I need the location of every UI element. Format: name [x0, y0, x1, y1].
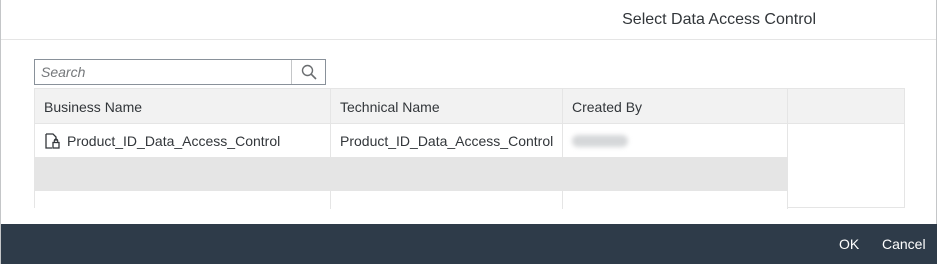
search-field — [34, 59, 326, 85]
technical-name-cell: Product_ID_Data_Access_Control — [340, 133, 554, 149]
table-row[interactable]: Product_ID_Data_Access_Control Product_I… — [35, 124, 787, 158]
column-header-technical-name[interactable]: Technical Name — [331, 89, 563, 124]
table-row-empty[interactable] — [35, 191, 787, 208]
dialog-footer: OK Cancel — [1, 224, 937, 264]
cancel-button[interactable]: Cancel — [882, 224, 926, 264]
column-header-created-by[interactable]: Created By — [563, 89, 787, 124]
created-by-redacted — [572, 135, 628, 147]
created-by-cell — [563, 124, 787, 158]
column-divider — [330, 89, 331, 209]
select-data-access-control-dialog: Select Data Access Control Business Name… — [0, 0, 937, 264]
business-name-text: Product_ID_Data_Access_Control — [67, 133, 281, 149]
business-name-cell: Product_ID_Data_Access_Control — [35, 124, 331, 158]
column-header-business-name[interactable]: Business Name — [35, 89, 331, 124]
dialog-title: Select Data Access Control — [622, 11, 816, 28]
column-divider — [787, 89, 788, 209]
data-access-control-table: Business Name Technical Name Created By … — [34, 88, 905, 209]
data-access-control-icon — [45, 133, 60, 149]
column-divider — [562, 89, 563, 209]
ok-button[interactable]: OK — [839, 224, 859, 264]
table-row-empty-selected[interactable] — [35, 158, 787, 191]
search-button[interactable] — [291, 60, 325, 84]
search-input[interactable] — [35, 60, 291, 84]
table-header-row: Business Name Technical Name Created By — [35, 89, 904, 124]
dialog-header: Select Data Access Control — [1, 0, 936, 40]
search-icon — [301, 64, 317, 80]
